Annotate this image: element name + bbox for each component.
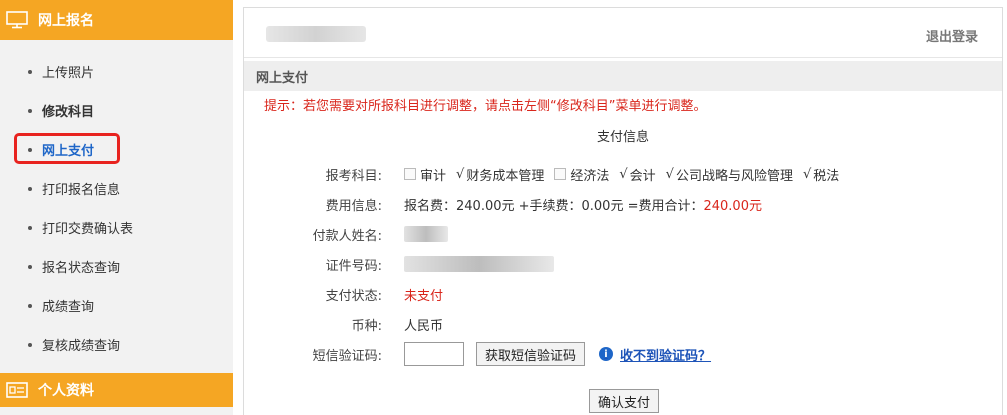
- subject-name: 审计: [420, 168, 447, 184]
- bullet-icon: [28, 108, 32, 113]
- subject-item: 经济法: [554, 165, 609, 184]
- highlight-box: [14, 133, 120, 164]
- subject-item: √ 会计: [619, 165, 655, 184]
- check-mark-icon: √: [665, 166, 674, 182]
- sidebar-item-label: 修改科目: [42, 105, 95, 120]
- check-mark-icon: √: [456, 166, 465, 182]
- section-title: 网上支付: [244, 61, 1002, 91]
- confirm-wrap: 确认支付: [244, 389, 1002, 413]
- status-value: 未支付: [404, 288, 444, 304]
- bullet-icon: [28, 303, 32, 308]
- confirm-payment-button[interactable]: 确认支付: [588, 389, 659, 413]
- top-bar: 退出登录: [244, 8, 1002, 58]
- bullet-icon: [28, 186, 32, 191]
- currency-value: 人民币: [404, 318, 444, 334]
- currency-label: 币种:: [351, 318, 382, 334]
- sidebar-item-print-registration[interactable]: 打印报名信息: [0, 169, 233, 208]
- sidebar-item-label: 打印交费确认表: [42, 222, 134, 237]
- sidebar-item-modify-subjects[interactable]: 修改科目: [0, 91, 233, 130]
- subjects-label: 报考科目:: [325, 168, 382, 184]
- sidebar-item-score-query[interactable]: 成绩查询: [0, 286, 233, 325]
- subject-item: 审计: [404, 165, 446, 184]
- tip-text: 提示：若您需要对所报科目进行调整，请点击左侧“修改科目”菜单进行调整。: [264, 99, 707, 114]
- checkbox[interactable]: [404, 168, 416, 180]
- sidebar-section-profile[interactable]: 个人资料: [0, 373, 233, 407]
- payer-row: 付款人姓名:: [244, 219, 1002, 249]
- bullet-icon: [28, 264, 32, 269]
- monitor-icon: [6, 11, 28, 29]
- id-label: 证件号码:: [325, 258, 382, 274]
- payer-label: 付款人姓名:: [312, 228, 382, 244]
- info-icon: i: [599, 347, 614, 361]
- currency-row: 币种: 人民币: [244, 309, 1002, 339]
- fee-text: 报名费：240.00元 +手续费：0.00元 =费用合计：: [404, 198, 704, 214]
- sidebar: 网上报名 上传照片 修改科目 网上支付 打印报名信息 打印交费确认表 报名状态查…: [0, 0, 233, 415]
- subject-name: 税法: [813, 168, 840, 184]
- payment-form: 报考科目: 审计 √ 财务成本管理 经济法 √ 会计 √ 公司战略与风险管理 √ 税法 …: [244, 159, 1002, 369]
- subject-item: √ 税法: [803, 165, 839, 184]
- logout-link[interactable]: 退出登录: [926, 26, 978, 45]
- subjects-row: 报考科目: 审计 √ 财务成本管理 经济法 √ 会计 √ 公司战略与风险管理 √ 税法: [244, 159, 1002, 189]
- bullet-icon: [28, 342, 32, 347]
- sms-row: 短信验证码: 获取短信验证码 i 收不到验证码？: [244, 339, 1002, 369]
- id-card-icon: [6, 382, 28, 398]
- sidebar-section-title: 网上报名: [38, 13, 94, 29]
- payment-info-title: 支付信息: [596, 130, 649, 145]
- no-code-help-link[interactable]: i 收不到验证码？: [599, 345, 711, 364]
- sidebar-item-registration-status[interactable]: 报名状态查询: [0, 247, 233, 286]
- sidebar-item-label: 打印报名信息: [42, 183, 121, 198]
- sidebar-item-online-payment[interactable]: 网上支付: [0, 130, 233, 169]
- subject-name: 会计: [629, 168, 656, 184]
- user-name-redacted: [266, 26, 366, 42]
- sidebar-section-registration[interactable]: 网上报名: [0, 0, 233, 40]
- help-link-label: 收不到验证码？: [620, 348, 712, 364]
- bullet-icon: [28, 69, 32, 74]
- fee-value: 报名费：240.00元 +手续费：0.00元 =费用合计： 240.00元: [404, 195, 762, 214]
- status-row: 支付状态: 未支付: [244, 279, 1002, 309]
- sms-label: 短信验证码:: [312, 348, 382, 364]
- get-sms-code-button[interactable]: 获取短信验证码: [476, 342, 586, 366]
- subject-name: 经济法: [570, 168, 610, 184]
- fee-label: 费用信息:: [325, 198, 382, 214]
- sms-code-input[interactable]: [404, 342, 464, 366]
- checkbox[interactable]: [554, 168, 567, 180]
- subject-item: √ 财务成本管理: [456, 165, 544, 184]
- sidebar-item-upload-photo[interactable]: 上传照片: [0, 52, 233, 91]
- subject-item: √ 公司战略与风险管理: [666, 165, 793, 184]
- check-mark-icon: √: [802, 166, 812, 182]
- sidebar-item-label: 成绩查询: [42, 300, 95, 315]
- main-panel: 退出登录 网上支付 提示：若您需要对所报科目进行调整，请点击左侧“修改科目”菜单…: [243, 7, 1003, 415]
- sidebar-item-label: 报名状态查询: [42, 261, 121, 276]
- subjects-list: 审计 √ 财务成本管理 经济法 √ 会计 √ 公司战略与风险管理 √ 税法: [404, 165, 849, 184]
- check-mark-icon: √: [619, 166, 628, 182]
- sidebar-item-label: 上传照片: [42, 66, 95, 81]
- sidebar-item-label: 复核成绩查询: [42, 339, 121, 354]
- sidebar-section-title: 个人资料: [38, 383, 94, 399]
- subject-name: 财务成本管理: [466, 168, 545, 184]
- subject-name: 公司战略与风险管理: [675, 168, 793, 184]
- sidebar-menu: 上传照片 修改科目 网上支付 打印报名信息 打印交费确认表 报名状态查询 成绩查…: [0, 40, 233, 364]
- bullet-icon: [28, 225, 32, 230]
- status-label: 支付状态:: [325, 288, 382, 304]
- fee-total: 240.00元: [703, 198, 762, 214]
- sidebar-item-review-score-query[interactable]: 复核成绩查询: [0, 325, 233, 364]
- payer-name-redacted: [404, 226, 448, 242]
- id-number-redacted: [404, 256, 554, 272]
- sidebar-item-print-payment-confirm[interactable]: 打印交费确认表: [0, 208, 233, 247]
- id-row: 证件号码:: [244, 249, 1002, 279]
- fee-row: 费用信息: 报名费：240.00元 +手续费：0.00元 =费用合计： 240.…: [244, 189, 1002, 219]
